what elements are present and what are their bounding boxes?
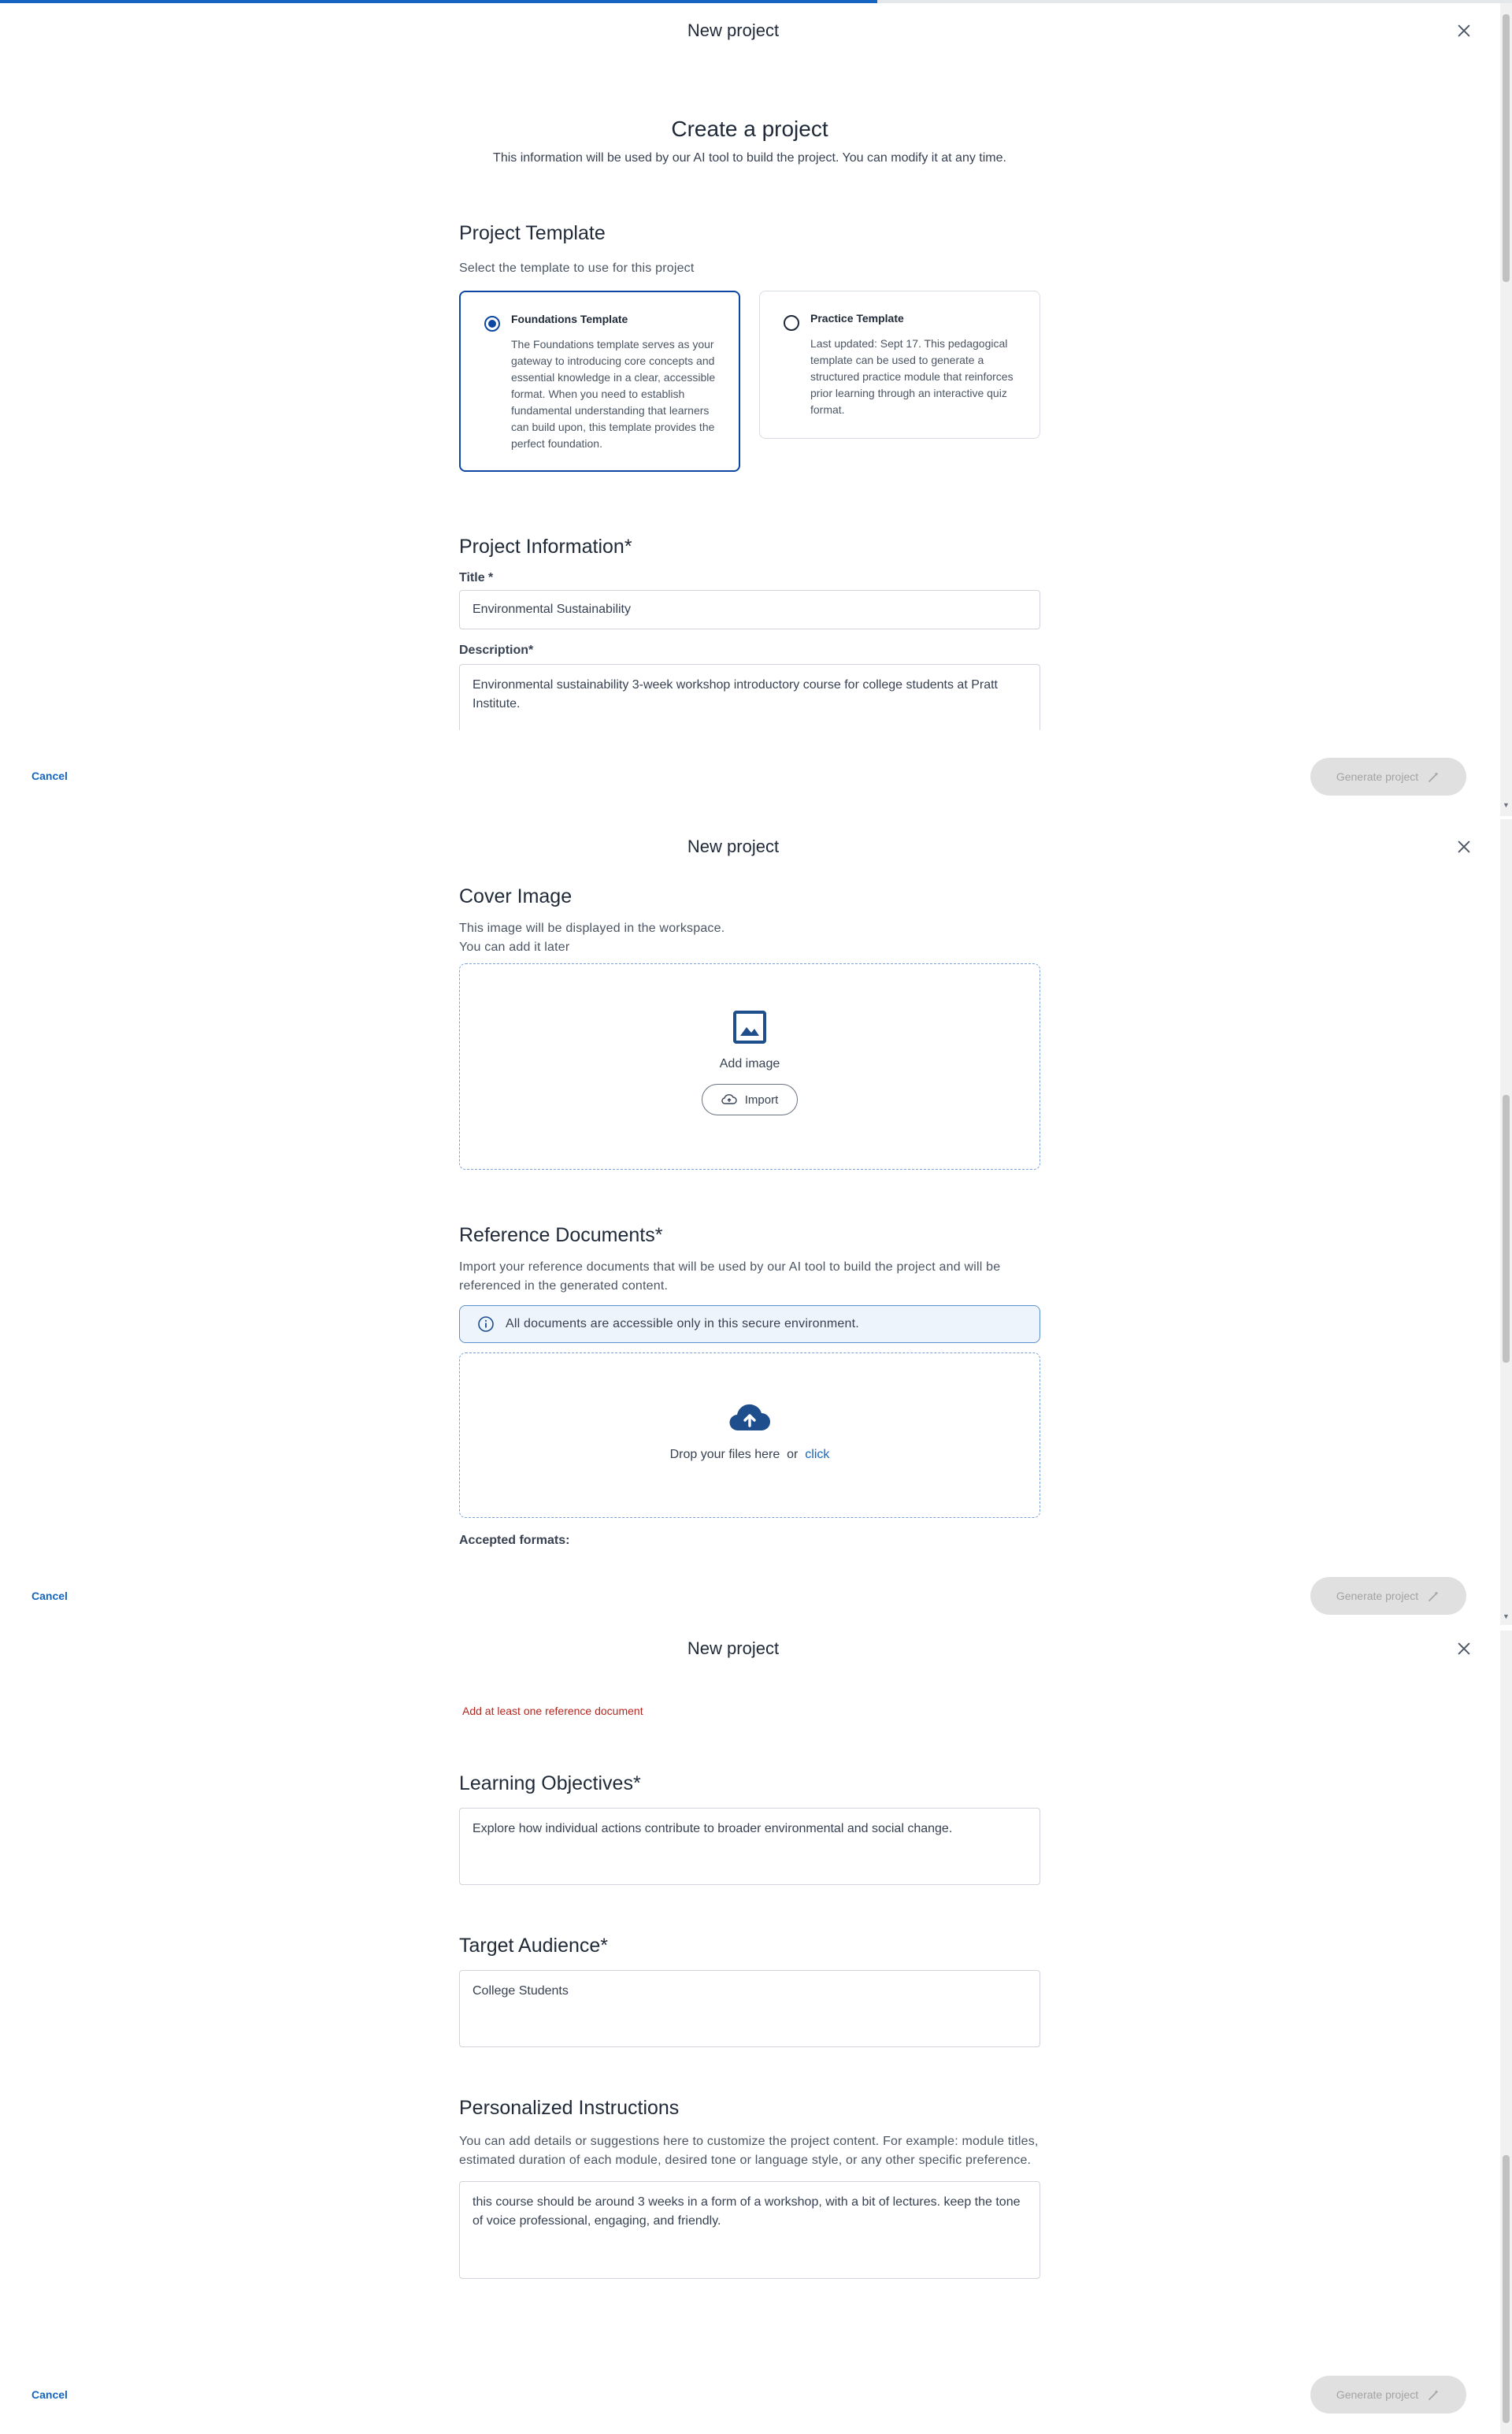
template-options: Foundations Template The Foundations tem… <box>459 291 1040 472</box>
modal-title: New project <box>687 1638 780 1658</box>
modal-title: New project <box>687 20 780 40</box>
scroll-down-arrow[interactable]: ▼ <box>1503 802 1510 809</box>
cover-image-dropzone[interactable]: Add image Import <box>459 963 1040 1170</box>
magic-wand-icon <box>1429 2390 1439 2400</box>
page-heading: Create a project <box>671 117 828 141</box>
section-description: You can add details or suggestions here … <box>459 2135 1039 2167</box>
drop-text: Drop your files here <box>669 1448 780 1461</box>
template-name: Practice Template <box>810 312 904 325</box>
or-text: or <box>787 1448 799 1461</box>
generate-label: Generate project <box>1336 1590 1419 1602</box>
radio-button[interactable] <box>784 315 799 331</box>
import-label: Import <box>744 1093 779 1107</box>
generate-project-button[interactable]: Generate project <box>1310 1577 1466 1615</box>
section-title: Project Template <box>459 222 606 244</box>
section-title: Reference Documents* <box>459 1224 663 1246</box>
reference-docs-error: Add at least one reference document <box>459 1705 1040 1717</box>
cancel-button[interactable]: Cancel <box>32 1590 68 1602</box>
section-description: You can add it later <box>459 941 570 954</box>
project-info-section: Project Information* Title * Environment… <box>459 536 1040 730</box>
cancel-button[interactable]: Cancel <box>32 2388 68 2401</box>
modal-screen-3: New project Add at least one reference d… <box>0 1631 1512 2434</box>
template-name: Foundations Template <box>511 313 628 325</box>
generate-label: Generate project <box>1336 2388 1419 2401</box>
scroll-down-arrow[interactable]: ▼ <box>1503 1613 1510 1620</box>
generate-label: Generate project <box>1336 770 1419 783</box>
magic-wand-icon <box>1429 772 1439 782</box>
info-icon <box>478 1316 494 1332</box>
scrollbar-thumb[interactable] <box>1503 2155 1510 2423</box>
generate-project-button[interactable]: Generate project <box>1310 758 1466 796</box>
generate-project-button[interactable]: Generate project <box>1310 2376 1466 2414</box>
magic-wand-icon <box>1429 1591 1439 1601</box>
reference-docs-section: Reference Documents* Import your referen… <box>459 1224 1040 1548</box>
section-description: Select the template to use for this proj… <box>459 262 695 275</box>
description-textarea[interactable]: Environmental sustainability 3-week work… <box>459 664 1040 730</box>
radio-button-selected[interactable] <box>484 316 500 332</box>
template-card-foundations[interactable]: Foundations Template The Foundations tem… <box>459 291 740 472</box>
template-section: Project Template Select the template to … <box>459 222 1040 472</box>
modal-screen-1: New project Create a project This inform… <box>0 3 1512 816</box>
section-description: Import your reference documents that wil… <box>459 1260 1001 1293</box>
cloud-upload-icon <box>721 1094 737 1104</box>
drop-instructions: Drop your files here or click <box>670 1448 830 1462</box>
image-icon <box>733 1011 766 1044</box>
scrollbar-thumb[interactable] <box>1503 1095 1510 1363</box>
close-icon[interactable] <box>1455 1640 1473 1657</box>
scrollbar[interactable]: ▼ <box>1500 3 1512 816</box>
template-card-practice[interactable]: Practice Template Last updated: Sept 17.… <box>759 291 1040 439</box>
description-label: Description* <box>459 644 534 657</box>
cover-image-section: Cover Image This image will be displayed… <box>459 885 1040 1170</box>
info-text: All documents are accessible only in thi… <box>506 1317 859 1330</box>
cancel-button[interactable]: Cancel <box>32 770 68 782</box>
accepted-formats-label: Accepted formats: <box>459 1534 570 1547</box>
section-title: Personalized Instructions <box>459 2097 680 2119</box>
close-icon[interactable] <box>1455 838 1473 855</box>
error-message: Add at least one reference document <box>462 1705 643 1717</box>
scrollbar[interactable] <box>1500 1631 1512 2434</box>
learning-objectives-textarea[interactable]: Explore how individual actions contribut… <box>459 1808 1040 1885</box>
file-dropzone[interactable]: Drop your files here or click <box>459 1352 1040 1518</box>
personalized-instructions-section: Personalized Instructions You can add de… <box>459 2097 1040 2279</box>
cloud-upload-icon <box>729 1404 770 1431</box>
personalized-instructions-textarea[interactable]: this course should be around 3 weeks in … <box>459 2181 1040 2279</box>
security-info-banner: All documents are accessible only in thi… <box>459 1305 1040 1343</box>
add-image-label: Add image <box>719 1057 780 1070</box>
import-button[interactable]: Import <box>701 1084 799 1115</box>
section-title: Learning Objectives* <box>459 1772 641 1794</box>
target-audience-textarea[interactable]: College Students <box>459 1970 1040 2047</box>
click-to-upload-link[interactable]: click <box>805 1448 829 1461</box>
target-audience-section: Target Audience* College Students <box>459 1935 1040 2047</box>
learning-objectives-section: Learning Objectives* Explore how individ… <box>459 1772 1040 1885</box>
modal-title: New project <box>687 837 780 856</box>
title-input[interactable]: Environmental Sustainability <box>459 590 1040 629</box>
section-title: Target Audience* <box>459 1935 609 1957</box>
scrollbar[interactable]: ▼ <box>1500 819 1512 1625</box>
intro-block: Create a project This information will b… <box>459 117 1040 165</box>
page-subheading: This information will be used by our AI … <box>493 151 1006 165</box>
section-title: Project Information* <box>459 536 632 558</box>
template-description: The Foundations template serves as your … <box>511 338 716 450</box>
modal-screen-2: New project Cover Image This image will … <box>0 819 1512 1625</box>
section-title: Cover Image <box>459 885 573 907</box>
section-description: This image will be displayed in the work… <box>459 922 725 935</box>
scrollbar-thumb[interactable] <box>1503 14 1510 282</box>
title-label: Title * <box>459 571 494 584</box>
close-icon[interactable] <box>1455 22 1473 39</box>
template-description: Last updated: Sept 17. This pedagogical … <box>810 337 1014 416</box>
